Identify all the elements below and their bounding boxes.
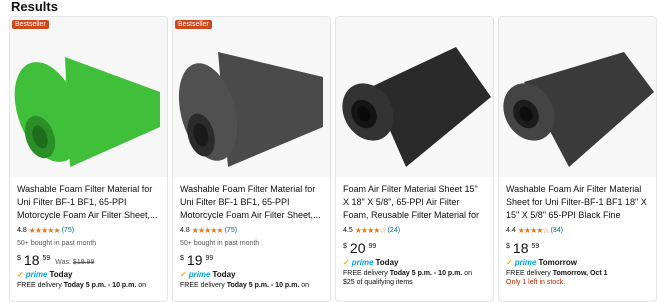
prime-check-icon: ✓ (343, 258, 350, 267)
prime-day: Tomorrow (538, 258, 578, 267)
star-rating-icon[interactable]: ★★★★★ (29, 226, 61, 235)
qualifying-items-note: $25 of qualifying items (343, 279, 413, 286)
prime-delivery: ✓ prime Today (180, 270, 323, 279)
prime-check-icon: ✓ (506, 258, 513, 267)
prime-day: Today (212, 270, 236, 279)
product-image[interactable]: Bestseller (10, 17, 167, 177)
bestseller-badge: Bestseller (12, 20, 49, 29)
prime-delivery: ✓ prime Tomorrow (506, 258, 649, 267)
bought-count: 50+ bought in past month (17, 240, 97, 247)
prime-logo: prime (351, 258, 374, 267)
delivery-info: FREE delivery Today 5 p.m. - 10 p.m. on (17, 282, 160, 289)
review-count-link[interactable]: (34) (551, 227, 563, 234)
delivery-prefix: FREE delivery (343, 270, 390, 277)
product-card[interactable]: Washable Foam Air Filter Material Sheet … (498, 16, 657, 302)
review-count-link[interactable]: (24) (388, 227, 400, 234)
rating-value: 4.4 (506, 227, 516, 234)
prime-logo: prime (25, 270, 48, 279)
bestseller-badge: Bestseller (175, 20, 212, 29)
product-title[interactable]: Washable Foam Air Filter Material Sheet … (506, 183, 649, 222)
price-symbol: $ (180, 255, 184, 262)
product-title[interactable]: Foam Air Filter Material Sheet 15" X 18"… (343, 183, 486, 222)
price-symbol: $ (343, 243, 347, 250)
product-image[interactable] (499, 17, 656, 177)
product-title[interactable]: Washable Foam Filter Material for Uni Fi… (17, 183, 160, 222)
product-title[interactable]: Washable Foam Filter Material for Uni Fi… (180, 183, 323, 222)
price[interactable]: $ 19 99 (180, 253, 323, 267)
review-count-link[interactable]: (75) (62, 227, 74, 234)
price-symbol: $ (17, 255, 21, 262)
star-rating-icon[interactable]: ★★★★★ (192, 226, 224, 235)
price-fraction: 59 (531, 243, 540, 250)
delivery-info: FREE delivery Today 5 p.m. - 10 p.m. on (343, 270, 486, 277)
delivery-when: Today 5 p.m. - 10 p.m. (63, 282, 137, 289)
price[interactable]: $ 20 99 (343, 241, 486, 255)
delivery-info: FREE delivery Today 5 p.m. - 10 p.m. on (180, 282, 323, 289)
star-rating-icon[interactable]: ★★★★☆ (518, 226, 550, 235)
price-whole: 18 (23, 252, 40, 268)
delivery-suffix: on (136, 282, 147, 289)
was-label: Was: (55, 259, 71, 266)
delivery-when: Today 5 p.m. - 10 p.m. (389, 270, 463, 277)
rating-value: 4.8 (180, 227, 190, 234)
price-symbol: $ (506, 243, 510, 250)
results-grid: Bestseller Washable Foam Filter Material… (9, 16, 659, 302)
delivery-when: Today 5 p.m. - 10 p.m. (226, 282, 300, 289)
delivery-prefix: FREE delivery (17, 282, 64, 289)
product-card[interactable]: Foam Air Filter Material Sheet 15" X 18"… (335, 16, 494, 302)
prime-check-icon: ✓ (17, 270, 24, 279)
product-image[interactable] (336, 17, 493, 177)
star-rating-icon[interactable]: ★★★★☆ (355, 226, 387, 235)
product-card[interactable]: Bestseller Washable Foam Filter Material… (9, 16, 168, 302)
price-fraction: 99 (205, 255, 214, 262)
rating-value: 4.5 (343, 227, 353, 234)
prime-logo: prime (514, 258, 537, 267)
delivery-info: FREE delivery Tomorrow, Oct 1 (506, 270, 649, 277)
results-heading: Results (11, 0, 58, 14)
product-card[interactable]: Bestseller Washable Foam Filter Material… (172, 16, 331, 302)
delivery-prefix: FREE delivery (506, 270, 553, 277)
price[interactable]: $ 18 59 (506, 241, 649, 255)
delivery-prefix: FREE delivery (180, 282, 227, 289)
bought-count: 50+ bought in past month (180, 240, 260, 247)
review-count-link[interactable]: (75) (225, 227, 237, 234)
delivery-suffix: on (462, 270, 473, 277)
prime-delivery: ✓ prime Today (343, 258, 486, 267)
price-fraction: 59 (42, 255, 51, 262)
product-image[interactable]: Bestseller (173, 17, 330, 177)
prime-logo: prime (188, 270, 211, 279)
foam-roll-image (178, 52, 323, 167)
price-whole: 18 (512, 240, 529, 256)
prime-day: Today (49, 270, 73, 279)
foam-roll-image (342, 47, 491, 167)
was-price: Was: $19.99 (55, 259, 94, 266)
stock-warning: Only 1 left in stock. (506, 279, 566, 286)
delivery-when: Tomorrow, Oct 1 (552, 270, 608, 277)
prime-day: Today (375, 258, 399, 267)
prime-delivery: ✓ prime Today (17, 270, 160, 279)
foam-roll-image (14, 57, 160, 167)
delivery-suffix: on (299, 282, 310, 289)
rating-value: 4.8 (17, 227, 27, 234)
was-price-value: $19.99 (72, 259, 95, 266)
prime-check-icon: ✓ (180, 270, 187, 279)
price-fraction: 99 (368, 243, 377, 250)
foam-roll-image (503, 52, 654, 167)
price-whole: 20 (349, 240, 366, 256)
price[interactable]: $ 18 59 Was: $19.99 (17, 253, 160, 267)
price-whole: 19 (186, 252, 203, 268)
